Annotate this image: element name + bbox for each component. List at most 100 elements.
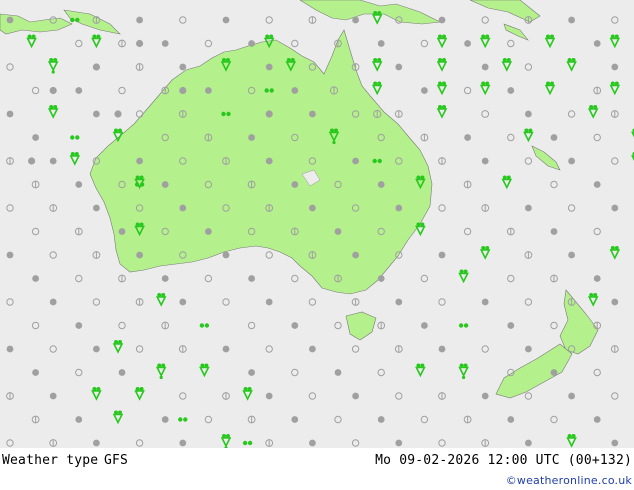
weather-symbol-cloud <box>568 16 575 24</box>
weather-symbol-cloud <box>179 204 187 212</box>
weather-symbol-cloud <box>352 16 359 24</box>
weather-symbol-cloud <box>481 157 489 165</box>
weather-symbol-cloud <box>525 345 532 353</box>
weather-symbol-cloud <box>118 228 126 235</box>
weather-symbol-clear <box>334 415 342 424</box>
weather-symbol-shower <box>501 58 513 72</box>
weather-symbol-cloud <box>438 251 446 259</box>
weather-symbol-cloud <box>118 369 126 376</box>
weather-symbol-cloud <box>75 416 83 423</box>
weather-symbol-fog <box>610 110 619 118</box>
weather-symbol-cloud <box>593 275 601 282</box>
weather-symbol-shower <box>26 34 37 49</box>
weather-symbol-cloud <box>93 345 100 353</box>
weather-symbol-cloud <box>136 251 144 259</box>
weather-symbol-clear <box>463 227 472 236</box>
weather-symbol-shower <box>415 363 426 378</box>
weather-symbol-cloud <box>611 204 619 212</box>
weather-symbol-cloud <box>611 439 619 447</box>
weather-symbol-cloud <box>92 63 100 71</box>
weather-symbol-fog <box>377 321 386 330</box>
weather-symbol-cloud <box>49 298 57 306</box>
weather-symbol-cloud <box>421 87 428 94</box>
weather-symbol-fog <box>49 439 58 447</box>
weather-symbol-drizzle <box>458 323 469 328</box>
map-canvas <box>0 0 634 448</box>
weather-symbol-fog <box>178 345 187 353</box>
weather-symbol-cloud <box>265 298 273 306</box>
weather-symbol-cloud <box>377 416 385 423</box>
weather-symbol-cloud <box>309 439 316 447</box>
weather-symbol-shower <box>91 34 102 49</box>
weather-symbol-shower <box>47 105 59 119</box>
weather-symbol-cloud <box>114 110 122 118</box>
land-new-caledonia <box>531 145 561 171</box>
weather-symbol-clear <box>550 321 558 330</box>
weather-symbol-clear <box>351 345 360 353</box>
weather-symbol-cloud <box>291 416 299 423</box>
weather-symbol-cloud <box>32 134 39 141</box>
weather-symbol-clear <box>611 157 619 165</box>
weather-symbol-clear <box>49 345 57 353</box>
weather-symbol-fog <box>420 133 429 142</box>
weather-symbol-shower <box>587 293 599 307</box>
weather-symbol-shower <box>609 246 621 260</box>
weather-symbol-cloud <box>481 298 489 306</box>
weather-symbol-cloud <box>161 40 169 47</box>
weather-symbol-clear <box>481 110 490 118</box>
weather-symbol-cloud <box>265 157 273 165</box>
weather-symbol-clear <box>507 133 515 142</box>
weather-symbol-clear <box>49 251 57 259</box>
weather-symbol-clear <box>204 415 213 424</box>
weather-symbol-cloud <box>507 87 515 94</box>
weather-symbol-fog <box>222 392 230 400</box>
weather-symbol-cloud <box>136 16 144 24</box>
weather-symbol-cloud <box>395 298 403 306</box>
weather-symbol-fog <box>481 204 490 212</box>
weather-symbol-cloud <box>395 439 403 447</box>
weather-symbol-fog <box>308 16 317 24</box>
weather-symbol-cloud <box>222 345 230 353</box>
credit-link[interactable]: ©weatheronline.co.uk <box>506 474 632 487</box>
weather-symbol-cloud <box>334 228 342 235</box>
weather-symbol-clear <box>550 415 558 424</box>
weather-symbol-cloud <box>179 298 187 306</box>
weather-symbol-cloud <box>49 86 57 95</box>
weather-symbol-cloud <box>248 369 256 376</box>
weather-symbol-fog <box>74 227 83 236</box>
weather-symbol-clear <box>593 368 601 377</box>
weather-symbol-cloud <box>438 16 446 24</box>
weather-symbol-clear <box>611 16 619 24</box>
weather-symbol-clear <box>179 392 187 400</box>
weather-symbol-clear <box>567 204 576 212</box>
weather-symbol-clear <box>377 368 385 377</box>
weather-symbol-cloud <box>334 369 342 376</box>
weather-symbol-cloud <box>136 157 144 165</box>
weather-symbol-cloud <box>309 110 316 118</box>
weather-symbol-cloud <box>611 63 619 71</box>
map-title: Weather type <box>2 453 99 468</box>
weather-symbol-rain <box>458 363 469 380</box>
weather-symbol-cloud <box>248 40 256 47</box>
weather-symbol-cloud <box>93 110 100 118</box>
weather-symbol-cloud <box>28 157 36 165</box>
weather-symbol-cloud <box>525 110 532 118</box>
weather-symbol-cloud <box>161 275 169 282</box>
weather-symbol-clear <box>222 298 230 306</box>
weather-symbol-cloud <box>6 251 14 259</box>
weather-symbol-fog <box>265 439 274 447</box>
weather-symbol-clear <box>31 321 40 330</box>
weather-symbol-clear <box>438 439 446 447</box>
weather-symbol-clear <box>420 415 429 424</box>
weather-symbol-cloud <box>377 181 385 188</box>
weather-symbol-clear <box>291 368 299 377</box>
weather-symbol-shower <box>436 81 448 96</box>
weather-symbol-clear <box>75 368 83 377</box>
weather-symbol-cloud <box>75 181 83 188</box>
weather-symbol-cloud <box>222 251 230 259</box>
weather-symbol-fog <box>31 415 40 424</box>
weather-symbol-fog <box>394 110 403 118</box>
weather-symbol-cloud <box>32 369 39 376</box>
weather-symbol-cloud <box>550 369 558 376</box>
weather-symbol-drizzle <box>178 417 188 422</box>
